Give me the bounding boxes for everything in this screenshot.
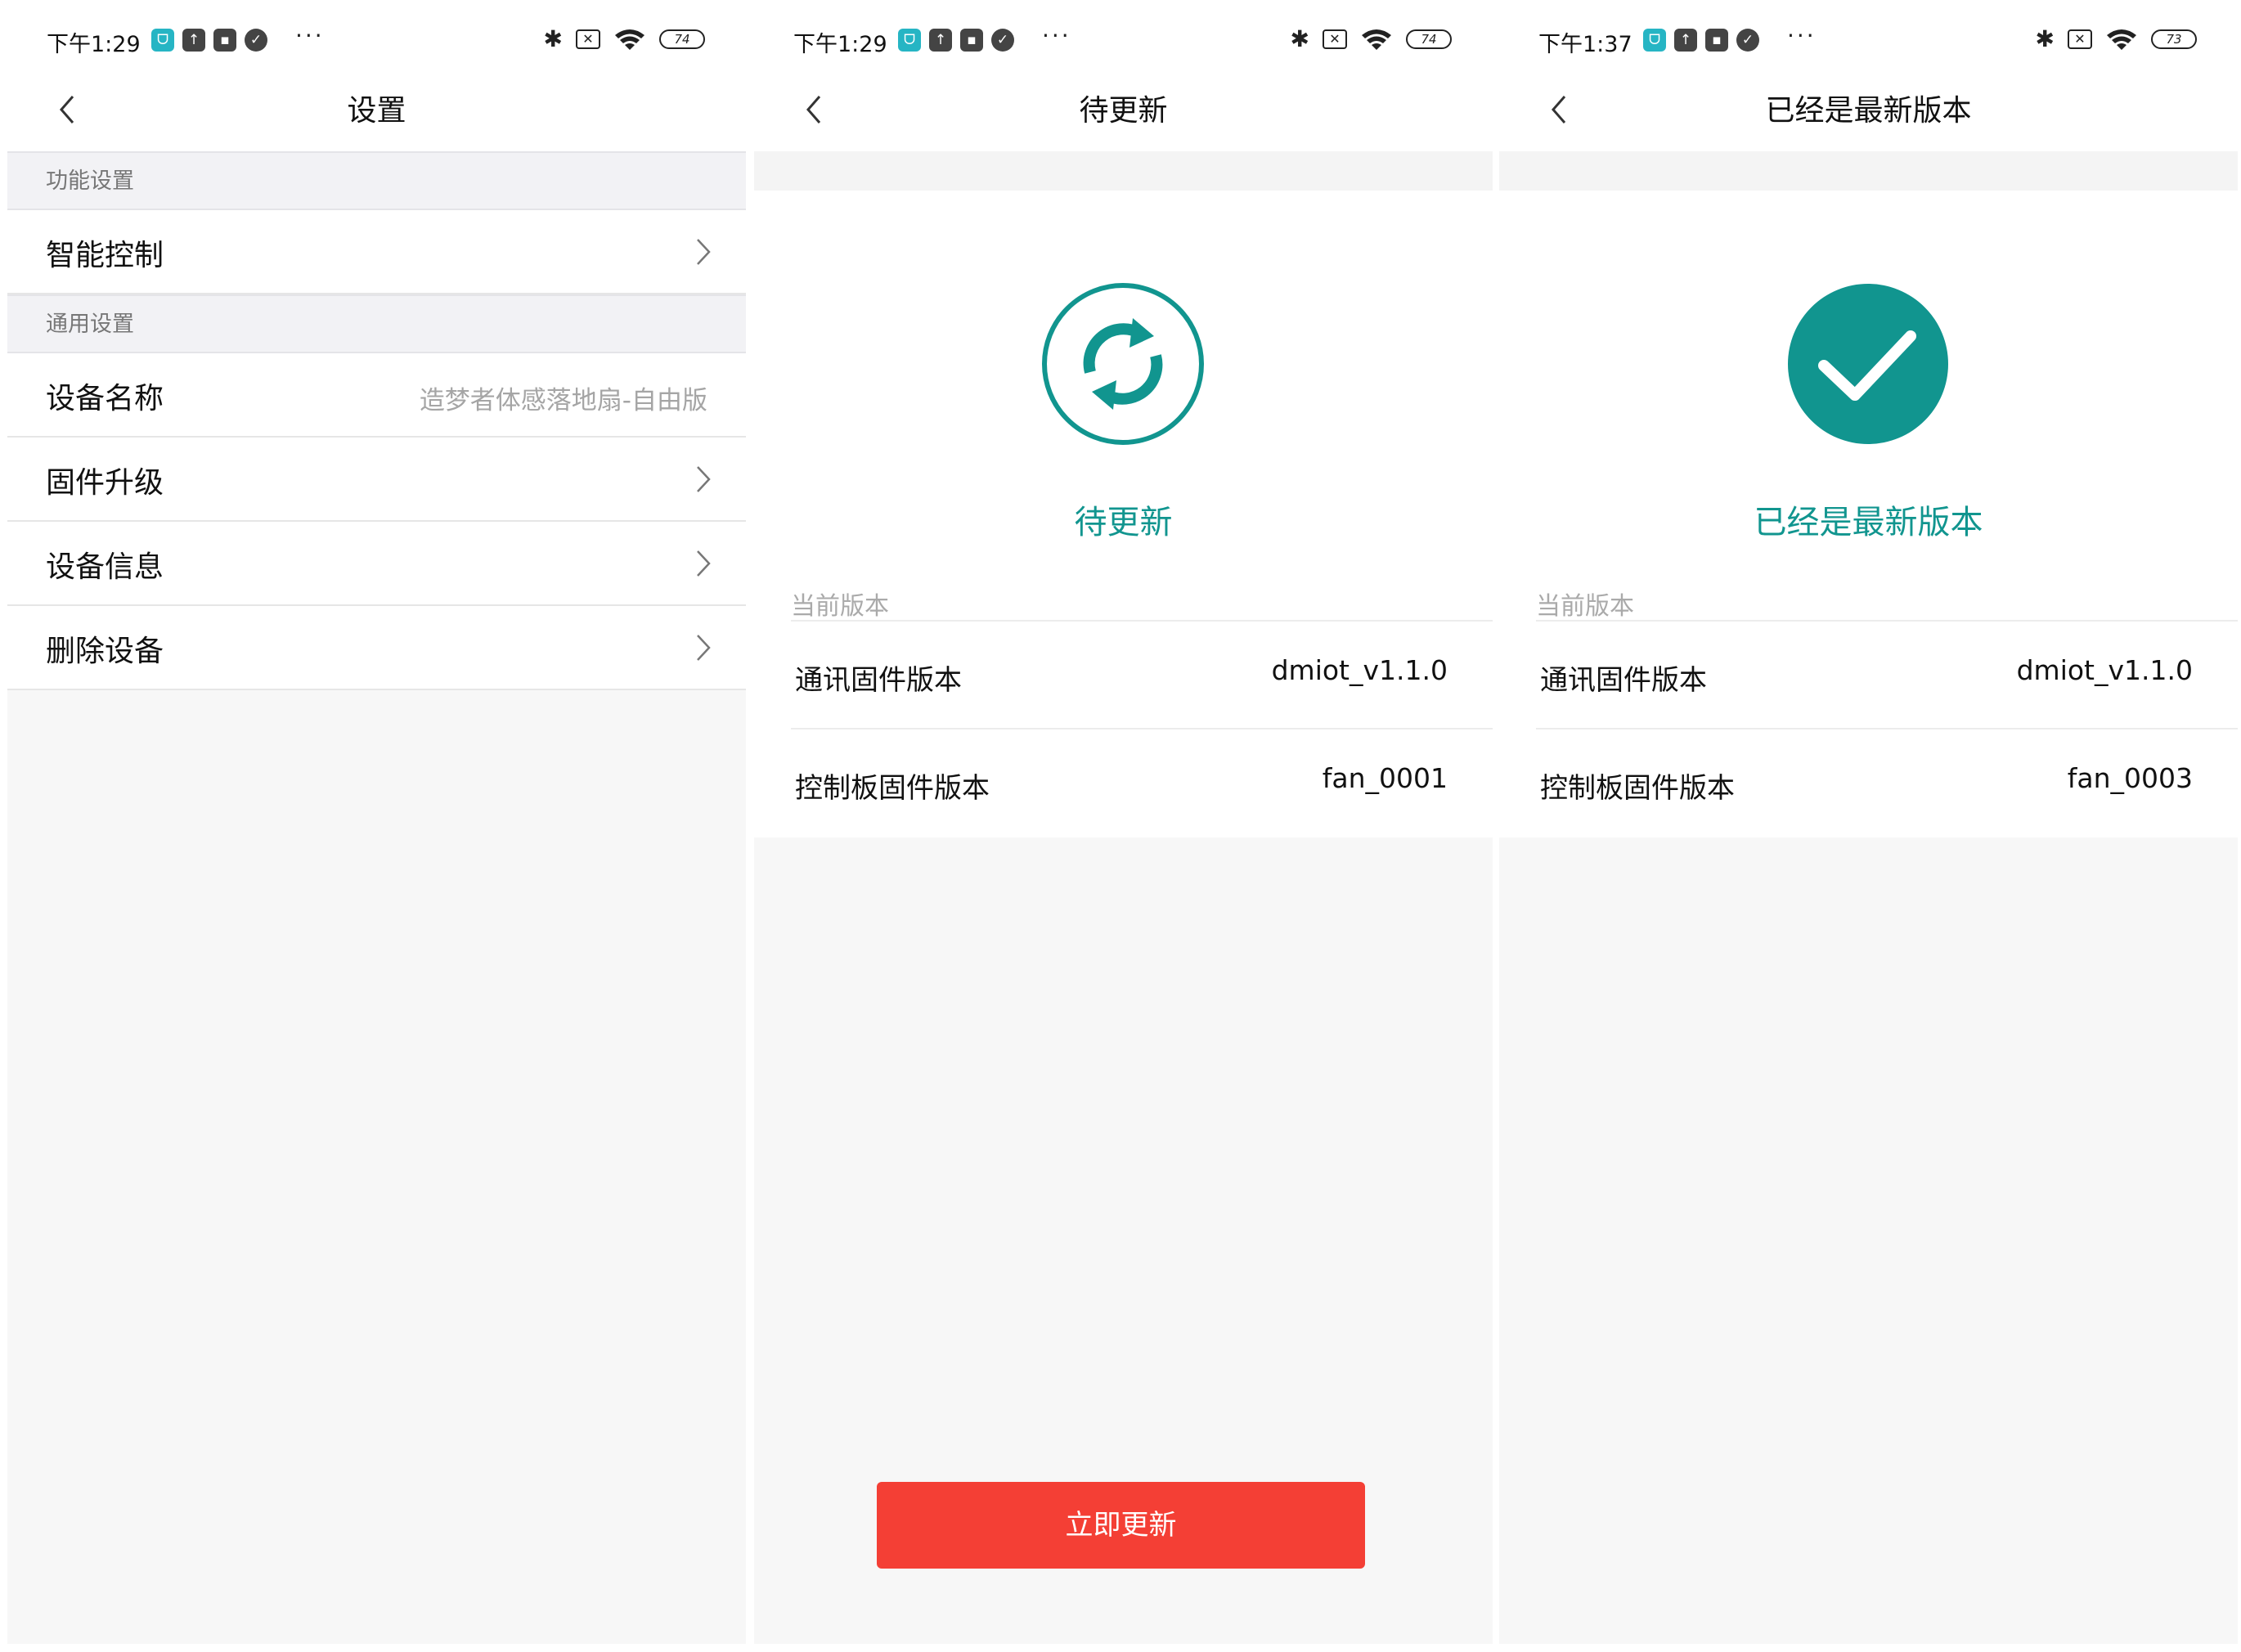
version-row-board: 控制板固件版本 fan_0003 bbox=[1499, 729, 2238, 837]
row-label: 删除设备 bbox=[46, 635, 164, 668]
more-notifications-icon: ··· bbox=[295, 22, 325, 49]
notification-icons: ᗜ ↑ ▪ ✓ bbox=[151, 29, 267, 52]
version-value: dmiot_v1.1.0 bbox=[1271, 654, 1448, 686]
bluetooth-icon: ✱ bbox=[2035, 25, 2055, 52]
verified-icon: ✓ bbox=[245, 29, 267, 52]
status-time: 下午1:29 bbox=[47, 32, 141, 57]
verified-icon: ✓ bbox=[1736, 29, 1759, 52]
version-label: 通讯固件版本 bbox=[795, 664, 962, 697]
version-value: fan_0003 bbox=[2067, 762, 2193, 794]
chevron-right-icon bbox=[697, 635, 711, 661]
row-label: 设备名称 bbox=[46, 382, 164, 415]
settings-screen: 下午1:29 ᗜ ↑ ▪ ✓ ··· ✱ ✕ 74 设置 功能设置 智能控制 通… bbox=[7, 0, 746, 1644]
mi-home-icon: ᗜ bbox=[1643, 29, 1666, 52]
row-firmware-upgrade[interactable]: 固件升级 bbox=[7, 438, 746, 522]
wifi-icon bbox=[2107, 29, 2136, 50]
mi-home-icon: ᗜ bbox=[151, 29, 174, 52]
device-name-value: 造梦者体感落地扇-自由版 bbox=[419, 386, 707, 415]
system-icons: ✱ ✕ 73 bbox=[2036, 27, 2197, 52]
version-label: 控制板固件版本 bbox=[1540, 772, 1735, 805]
no-sim-icon: ✕ bbox=[2068, 29, 2092, 49]
row-label: 设备信息 bbox=[46, 550, 164, 584]
divider bbox=[1499, 151, 2238, 191]
nav-bar: 待更新 bbox=[754, 82, 1493, 151]
battery-icon: 74 bbox=[1406, 29, 1452, 49]
page-title: 已经是最新版本 bbox=[1765, 94, 1972, 128]
wifi-icon bbox=[1362, 29, 1391, 50]
row-smart-control[interactable]: 智能控制 bbox=[7, 210, 746, 294]
upload-icon: ↑ bbox=[929, 29, 952, 52]
system-icons: ✱ ✕ 74 bbox=[544, 27, 705, 52]
status-time: 下午1:29 bbox=[793, 32, 887, 57]
row-label: 固件升级 bbox=[46, 466, 164, 500]
divider bbox=[754, 151, 1493, 191]
status-bar: 下午1:29 ᗜ ↑ ▪ ✓ ··· ✱ ✕ 74 bbox=[754, 0, 1493, 82]
notification-icons: ᗜ ↑ ▪ ✓ bbox=[1643, 29, 1759, 52]
latest-version-screen: 下午1:37 ᗜ ↑ ▪ ✓ ··· ✱ ✕ 73 已经是最新版本 已经是最新版… bbox=[1499, 0, 2238, 1644]
check-icon bbox=[1788, 284, 1948, 444]
version-row-comm: 通讯固件版本 dmiot_v1.1.0 bbox=[1499, 622, 2238, 729]
update-now-button[interactable]: 立即更新 bbox=[877, 1482, 1365, 1569]
battery-icon: 74 bbox=[659, 29, 705, 49]
current-version-label: 当前版本 bbox=[791, 592, 889, 621]
current-version-label: 当前版本 bbox=[1536, 592, 1634, 621]
version-row-comm: 通讯固件版本 dmiot_v1.1.0 bbox=[754, 622, 1493, 729]
chevron-right-icon bbox=[697, 466, 711, 492]
status-panel: 已经是最新版本 当前版本 bbox=[1499, 191, 2238, 622]
app-icon: ▪ bbox=[960, 29, 983, 52]
bluetooth-icon: ✱ bbox=[543, 25, 563, 52]
row-delete-device[interactable]: 删除设备 bbox=[7, 606, 746, 690]
section-header-general: 通用设置 bbox=[7, 294, 746, 353]
page-title: 待更新 bbox=[1079, 94, 1168, 128]
system-icons: ✱ ✕ 74 bbox=[1291, 27, 1452, 52]
status-bar: 下午1:37 ᗜ ↑ ▪ ✓ ··· ✱ ✕ 73 bbox=[1499, 0, 2238, 82]
no-sim-icon: ✕ bbox=[1323, 29, 1347, 49]
page-title: 设置 bbox=[347, 94, 406, 128]
version-value: fan_0001 bbox=[1322, 762, 1448, 794]
status-panel: 待更新 当前版本 bbox=[754, 191, 1493, 622]
upload-icon: ↑ bbox=[182, 29, 205, 52]
status-text: 已经是最新版本 bbox=[1754, 504, 1983, 541]
app-icon: ▪ bbox=[1705, 29, 1728, 52]
nav-bar: 已经是最新版本 bbox=[1499, 82, 2238, 151]
battery-icon: 73 bbox=[2151, 29, 2197, 49]
status-bar: 下午1:29 ᗜ ↑ ▪ ✓ ··· ✱ ✕ 74 bbox=[7, 0, 746, 82]
upload-icon: ↑ bbox=[1674, 29, 1697, 52]
version-label: 通讯固件版本 bbox=[1540, 664, 1707, 697]
wifi-icon bbox=[615, 29, 644, 50]
chevron-right-icon bbox=[697, 239, 711, 265]
pending-update-screen: 下午1:29 ᗜ ↑ ▪ ✓ ··· ✱ ✕ 74 待更新 待更新 当前版本 通… bbox=[754, 0, 1493, 1644]
refresh-icon bbox=[1042, 283, 1204, 445]
version-value: dmiot_v1.1.0 bbox=[2016, 654, 2193, 686]
app-icon: ▪ bbox=[213, 29, 236, 52]
nav-bar: 设置 bbox=[7, 82, 746, 151]
status-text: 待更新 bbox=[1074, 504, 1173, 541]
chevron-right-icon bbox=[697, 550, 711, 577]
status-time: 下午1:37 bbox=[1538, 32, 1632, 57]
version-label: 控制板固件版本 bbox=[795, 772, 990, 805]
row-device-info[interactable]: 设备信息 bbox=[7, 522, 746, 606]
row-device-name[interactable]: 设备名称 造梦者体感落地扇-自由版 bbox=[7, 353, 746, 438]
version-row-board: 控制板固件版本 fan_0001 bbox=[754, 729, 1493, 837]
more-notifications-icon: ··· bbox=[1787, 22, 1817, 49]
notification-icons: ᗜ ↑ ▪ ✓ bbox=[898, 29, 1014, 52]
more-notifications-icon: ··· bbox=[1042, 22, 1071, 49]
verified-icon: ✓ bbox=[991, 29, 1014, 52]
no-sim-icon: ✕ bbox=[576, 29, 600, 49]
mi-home-icon: ᗜ bbox=[898, 29, 921, 52]
row-label: 智能控制 bbox=[46, 239, 164, 272]
bluetooth-icon: ✱ bbox=[1290, 25, 1309, 52]
section-header-function: 功能设置 bbox=[7, 151, 746, 210]
